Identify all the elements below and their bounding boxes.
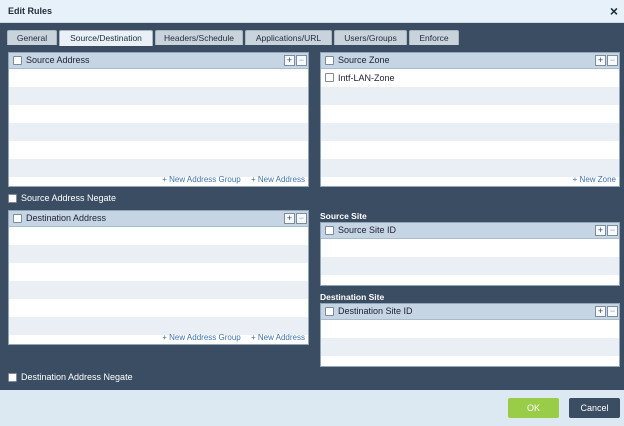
list-row bbox=[9, 299, 308, 317]
new-address-link[interactable]: + New Address bbox=[251, 175, 305, 184]
list-row bbox=[9, 123, 308, 141]
minus-icon[interactable]: − bbox=[607, 225, 618, 236]
list-row bbox=[321, 87, 619, 105]
plus-icon[interactable]: + bbox=[284, 213, 295, 224]
minus-icon[interactable]: − bbox=[607, 55, 618, 66]
destination-address-negate-checkbox[interactable] bbox=[8, 373, 17, 382]
zone-name: Intf-LAN-Zone bbox=[338, 73, 395, 83]
tab-source-destination[interactable]: Source/Destination bbox=[59, 30, 153, 46]
list-row bbox=[321, 141, 619, 159]
source-address-header: Source Address + − bbox=[9, 53, 308, 69]
new-address-group-link[interactable]: + New Address Group bbox=[162, 333, 240, 342]
row-checkbox[interactable] bbox=[325, 73, 334, 82]
cancel-button[interactable]: Cancel bbox=[569, 398, 620, 418]
list-row bbox=[9, 281, 308, 299]
destination-address-label: Destination Address bbox=[26, 213, 107, 223]
destination-site-panel: Destination Site ID + − bbox=[320, 303, 620, 367]
new-zone-link[interactable]: + New Zone bbox=[573, 175, 616, 184]
list-row bbox=[9, 87, 308, 105]
new-address-group-link[interactable]: + New Address Group bbox=[162, 175, 240, 184]
list-row bbox=[9, 227, 308, 245]
list-row bbox=[9, 263, 308, 281]
list-row bbox=[321, 275, 619, 285]
list-row bbox=[321, 105, 619, 123]
source-site-title: Source Site bbox=[320, 211, 367, 221]
source-site-label: Source Site ID bbox=[338, 225, 397, 235]
ok-button[interactable]: OK bbox=[508, 398, 559, 418]
source-address-panel: Source Address + − + New Address Group +… bbox=[8, 52, 309, 187]
list-row bbox=[9, 245, 308, 263]
destination-address-header: Destination Address + − bbox=[9, 211, 308, 227]
list-row bbox=[9, 105, 308, 123]
tab-applications-url[interactable]: Applications/URL bbox=[245, 30, 332, 45]
list-row[interactable]: Intf-LAN-Zone bbox=[321, 69, 619, 87]
destination-address-select-all-checkbox[interactable] bbox=[13, 214, 22, 223]
list-row bbox=[9, 141, 308, 159]
minus-icon[interactable]: − bbox=[607, 306, 618, 317]
tab-headers-schedule[interactable]: Headers/Schedule bbox=[155, 30, 243, 45]
list-row bbox=[321, 123, 619, 141]
list-row bbox=[321, 239, 619, 257]
minus-icon[interactable]: − bbox=[296, 213, 307, 224]
source-zone-footer: + New Zone bbox=[565, 175, 616, 184]
source-site-select-all-checkbox[interactable] bbox=[325, 226, 334, 235]
minus-icon[interactable]: − bbox=[296, 55, 307, 66]
destination-address-footer: + New Address Group + New Address bbox=[154, 333, 305, 342]
plus-icon[interactable]: + bbox=[595, 55, 606, 66]
list-row bbox=[321, 338, 619, 356]
source-address-select-all-checkbox[interactable] bbox=[13, 56, 22, 65]
destination-site-select-all-checkbox[interactable] bbox=[325, 307, 334, 316]
dialog-footer: OK Cancel bbox=[0, 390, 624, 426]
plus-icon[interactable]: + bbox=[595, 306, 606, 317]
destination-site-label: Destination Site ID bbox=[338, 306, 413, 316]
tab-enforce[interactable]: Enforce bbox=[409, 30, 459, 45]
list-row bbox=[321, 257, 619, 275]
source-zone-select-all-checkbox[interactable] bbox=[325, 56, 334, 65]
dialog-title-bar: Edit Rules × bbox=[0, 0, 624, 23]
source-address-negate-checkbox[interactable] bbox=[8, 194, 17, 203]
new-address-link[interactable]: + New Address bbox=[251, 333, 305, 342]
destination-site-header: Destination Site ID + − bbox=[321, 304, 619, 320]
plus-icon[interactable]: + bbox=[595, 225, 606, 236]
tab-users-groups[interactable]: Users/Groups bbox=[334, 30, 407, 45]
dialog-title: Edit Rules bbox=[8, 6, 53, 16]
tab-general[interactable]: General bbox=[7, 30, 57, 45]
list-row bbox=[321, 356, 619, 366]
source-site-panel: Source Site ID + − bbox=[320, 222, 620, 286]
source-address-negate[interactable]: Source Address Negate bbox=[8, 193, 208, 205]
destination-address-negate-label: Destination Address Negate bbox=[21, 372, 133, 382]
source-site-header: Source Site ID + − bbox=[321, 223, 619, 239]
close-icon[interactable]: × bbox=[610, 3, 618, 19]
destination-address-panel: Destination Address + − + New Address Gr… bbox=[8, 210, 309, 345]
source-address-label: Source Address bbox=[26, 55, 90, 65]
source-address-footer: + New Address Group + New Address bbox=[154, 175, 305, 184]
source-zone-header: Source Zone + − bbox=[321, 53, 619, 69]
plus-icon[interactable]: + bbox=[284, 55, 295, 66]
destination-address-negate[interactable]: Destination Address Negate bbox=[8, 372, 208, 384]
list-row bbox=[9, 69, 308, 87]
destination-site-title: Destination Site bbox=[320, 292, 385, 302]
dialog-body: General Source/Destination Headers/Sched… bbox=[0, 23, 624, 390]
source-zone-panel: Source Zone + − Intf-LAN-Zone + New Zone bbox=[320, 52, 620, 187]
source-address-negate-label: Source Address Negate bbox=[21, 193, 117, 203]
source-zone-label: Source Zone bbox=[338, 55, 390, 65]
list-row bbox=[321, 320, 619, 338]
